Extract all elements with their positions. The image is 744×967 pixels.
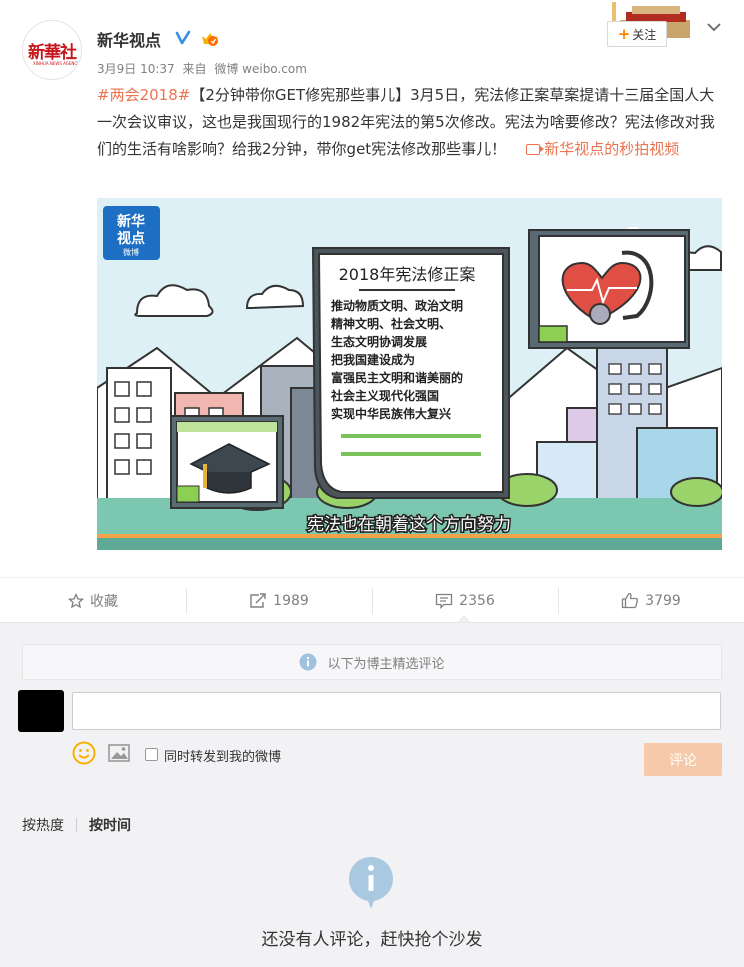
video-illustration: 新华 视点 微博 秒拍 2018年宪法修正案 推动物质文明、政治文明 精神文明、… (97, 198, 722, 550)
info-bubble-icon (349, 857, 393, 909)
comment-icon (436, 593, 453, 609)
board-line-6: 社会主义现代化强国 (330, 388, 439, 403)
hashtag-link[interactable]: #两会2018# (97, 86, 190, 104)
repost-checkbox[interactable] (145, 748, 158, 761)
curated-notice: 以下为博主精选评论 (22, 644, 722, 680)
comment-count: 2356 (459, 592, 495, 609)
image-icon[interactable] (108, 744, 130, 762)
post-source[interactable]: 微博 weibo.com (214, 62, 307, 76)
share-icon (250, 592, 266, 608)
smile-icon[interactable] (72, 741, 96, 765)
thumb-up-icon (622, 592, 639, 609)
notice-text: 以下为博主精选评论 (327, 656, 445, 672)
chevron-down-icon[interactable] (705, 18, 723, 36)
video-player[interactable]: 新华 视点 微博 秒拍 2018年宪法修正案 推动物质文明、政治文明 精神文明、… (97, 198, 722, 550)
video-logo-sub: 微博 (123, 247, 139, 257)
video-subtitle: 宪法也在朝着这个方向努力 (307, 515, 511, 535)
board-title: 2018年宪法修正案 (339, 265, 476, 284)
board-line-4: 把我国建设成为 (331, 352, 415, 367)
sort-by-time[interactable]: 按时间 (89, 815, 131, 835)
repost-button[interactable]: 1989 (186, 578, 372, 623)
repost-label: 同时转发到我的微博 (164, 750, 282, 765)
follow-button[interactable]: + 关注 (607, 21, 667, 47)
video-logo-line1: 新华 (117, 213, 145, 230)
board-line-2: 精神文明、社会文明、 (331, 316, 451, 331)
like-count: 3799 (645, 592, 681, 609)
post-header: 新華社 XINHUA NEWS AGENCY 新华视点 3月9日 10:37 来… (0, 0, 744, 85)
follow-label: 关注 (632, 27, 657, 42)
verified-icon[interactable] (175, 30, 191, 46)
submit-comment-button[interactable]: 评论 (644, 743, 722, 776)
like-button[interactable]: 3799 (558, 578, 744, 623)
star-icon (68, 592, 84, 608)
board-line-7: 实现中华民族伟大复兴 (331, 406, 451, 421)
user-name[interactable]: 新华视点 (97, 27, 161, 51)
empty-comments-text: 还没有人评论，赶快抢个沙发 (261, 930, 483, 950)
comment-input[interactable] (72, 692, 721, 730)
repost-count: 1989 (273, 592, 309, 609)
favorite-button[interactable]: 收藏 (0, 578, 186, 623)
avatar[interactable]: 新華社 XINHUA NEWS AGENCY (22, 20, 82, 80)
board-line-3: 生态文明协调发展 (331, 334, 427, 349)
vip-icon[interactable] (200, 30, 220, 47)
post-time[interactable]: 3月9日 10:37 (97, 62, 175, 76)
info-icon (299, 653, 317, 671)
video-logo-line2: 视点 (117, 230, 145, 247)
board-line-1: 推动物质文明、政治文明 (331, 298, 463, 313)
source-prefix: 来自 (182, 62, 207, 76)
video-link[interactable]: 新华视点的秒拍视频 (544, 140, 679, 158)
plus-icon: + (617, 25, 631, 43)
post-meta: 3月9日 10:37 来自 微博 weibo.com (97, 60, 307, 77)
action-bar: 收藏 1989 2356 3799 (0, 577, 744, 623)
sort-by-hot[interactable]: 按热度 (22, 815, 64, 835)
board-line-5: 富强民主文明和谐美丽的 (331, 370, 463, 385)
my-avatar (18, 690, 64, 732)
video-icon (526, 144, 545, 155)
post-text: #两会2018#【2分钟带你GET修宪那些事儿】3月5日，宪法修正案草案提请十三… (97, 82, 722, 163)
avatar-logo-subtext: XINHUA NEWS AGENCY (33, 61, 80, 66)
favorite-label: 收藏 (90, 593, 118, 610)
avatar-logo-text: 新華社 (28, 42, 77, 63)
sort-divider (76, 818, 77, 832)
comment-section: 以下为博主精选评论 同时转发到我的微博 评论 按热度 按时间 还没有人评论，赶快… (0, 622, 744, 967)
sort-bar: 按热度 按时间 (22, 815, 131, 835)
